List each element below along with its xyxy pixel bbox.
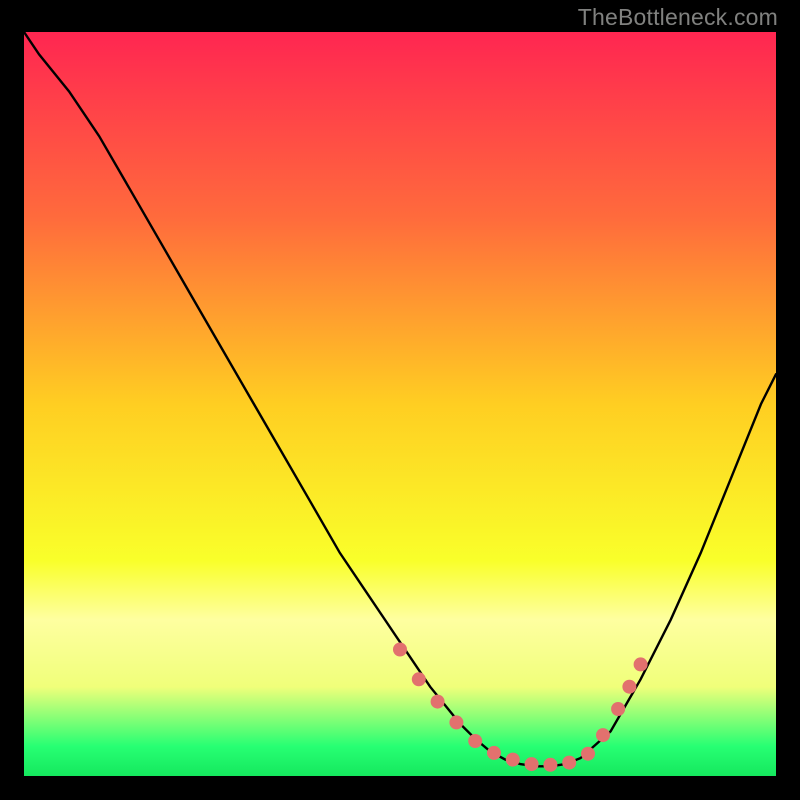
marker-point [393, 643, 407, 657]
marker-point [449, 715, 463, 729]
marker-point [543, 758, 557, 772]
plot-area [24, 32, 776, 776]
marker-point [562, 756, 576, 770]
marker-point [634, 657, 648, 671]
marker-point [596, 728, 610, 742]
gradient-background [24, 32, 776, 776]
marker-point [487, 746, 501, 760]
marker-point [611, 702, 625, 716]
chart-svg [24, 32, 776, 776]
marker-point [506, 753, 520, 767]
marker-point [431, 695, 445, 709]
marker-point [412, 672, 426, 686]
marker-point [581, 747, 595, 761]
attribution-label: TheBottleneck.com [578, 4, 778, 31]
chart-frame: TheBottleneck.com [0, 0, 800, 800]
marker-point [468, 734, 482, 748]
marker-point [525, 757, 539, 771]
marker-point [622, 680, 636, 694]
